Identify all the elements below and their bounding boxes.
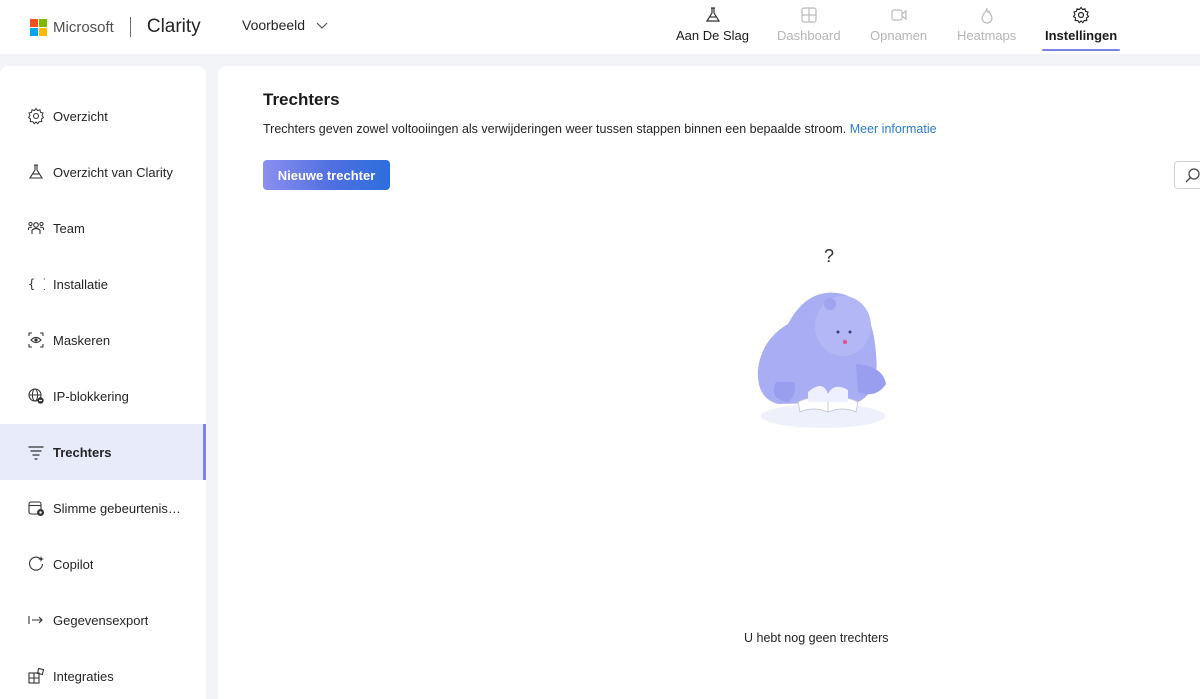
nav-label: Heatmaps [957, 28, 1017, 43]
sidebar-item-installatie[interactable]: { } Installatie [0, 256, 206, 312]
question-mark: ? [824, 246, 835, 266]
sidebar-item-trechters[interactable]: Trechters [0, 424, 206, 480]
sidebar-item-label: Gegevensexport [53, 612, 149, 628]
people-icon [28, 221, 44, 234]
sidebar-item-label: IP-blokkering [53, 388, 129, 404]
chevron-down-icon [316, 22, 328, 29]
sidebar-item-label: Copilot [53, 556, 94, 572]
search-button[interactable] [1174, 161, 1200, 189]
svg-text:{ }: { } [28, 277, 45, 291]
active-tab-indicator [1042, 49, 1121, 51]
video-icon [890, 9, 907, 21]
main-content: Trechters Trechters geven zowel voltooii… [218, 66, 1200, 699]
sidebar-item-copilot[interactable]: Copilot [0, 536, 206, 592]
flask-icon [29, 164, 43, 179]
brand-app-name: Clarity [146, 16, 201, 37]
settings-sidebar: Overzicht Overzicht van Clarity Team { }… [0, 66, 206, 699]
gear-icon [1072, 6, 1090, 24]
sidebar-item-slimme-gebeurtenissen[interactable]: Slimme gebeurtenissen [0, 480, 206, 536]
flame-icon [981, 7, 993, 24]
empty-state-message: U hebt nog geen trechters [744, 631, 889, 645]
project-selector[interactable]: Voorbeeld [242, 17, 329, 33]
bear-reading-illustration [757, 292, 886, 428]
microsoft-logo-icon [30, 18, 47, 36]
calendar-gear-icon [28, 501, 44, 516]
copilot-icon [28, 556, 44, 571]
sidebar-item-overzicht-van-clarity[interactable]: Overzicht van Clarity [0, 144, 206, 200]
sidebar-item-overzicht[interactable]: Overzicht [0, 88, 206, 144]
brand-divider [129, 17, 131, 37]
page-description: Trechters geven zowel voltooiingen als v… [263, 122, 937, 136]
apps-icon [28, 667, 45, 684]
sidebar-item-label: Overzicht van Clarity [53, 164, 173, 180]
learn-more-link[interactable]: Meer informatie [850, 122, 937, 136]
sidebar-item-label: Installatie [53, 276, 108, 292]
nav-aan-de-slag[interactable]: Aan De Slag [676, 6, 749, 50]
flask-icon [705, 7, 720, 22]
nav-label: Dashboard [777, 28, 841, 43]
sidebar-item-gegevensexport[interactable]: Gegevensexport [0, 592, 206, 648]
braces-icon: { } [28, 277, 45, 291]
sidebar-item-label: Trechters [53, 444, 112, 460]
sidebar-item-team[interactable]: Team [0, 200, 206, 256]
brand-company: Microsoft [53, 18, 114, 36]
globe-block-icon [28, 388, 44, 404]
description-text: Trechters geven zowel voltooiingen als v… [263, 122, 847, 136]
sidebar-item-label: Integraties [53, 668, 114, 684]
sidebar-item-label: Maskeren [53, 332, 111, 348]
nav-dashboard[interactable]: Dashboard [777, 6, 841, 50]
clarity-logo[interactable]: Microsoft Clarity [30, 16, 201, 38]
nav-instellingen[interactable]: Instellingen [1042, 6, 1121, 51]
sidebar-item-label: Slimme gebeurtenissen [53, 500, 183, 516]
sidebar-item-integraties[interactable]: Integraties [0, 648, 206, 699]
export-arrow-icon [28, 616, 43, 624]
nav-opnamen[interactable]: Opnamen [870, 6, 927, 50]
nav-heatmaps[interactable]: Heatmaps [957, 6, 1016, 50]
gear-icon [27, 107, 45, 125]
search-icon [1185, 168, 1200, 183]
sidebar-item-ip-blokkering[interactable]: IP-blokkering [0, 368, 206, 424]
page-title: Trechters [263, 90, 340, 109]
nav-label: Aan De Slag [676, 28, 749, 43]
nav-label: Opnamen [870, 28, 928, 43]
nav-label: Instellingen [1045, 28, 1118, 43]
mask-icon [28, 332, 44, 348]
sidebar-item-label: Team [53, 220, 85, 236]
dashboard-icon [801, 7, 817, 23]
top-header: Microsoft Clarity Voorbeeld Aan De Slag … [0, 0, 1200, 54]
funnel-icon [28, 446, 44, 460]
project-name: Voorbeeld [242, 17, 306, 33]
sidebar-item-maskeren[interactable]: Maskeren [0, 312, 206, 368]
sidebar-item-label: Overzicht [53, 108, 108, 124]
new-funnel-button[interactable]: Nieuwe trechter [263, 160, 390, 190]
